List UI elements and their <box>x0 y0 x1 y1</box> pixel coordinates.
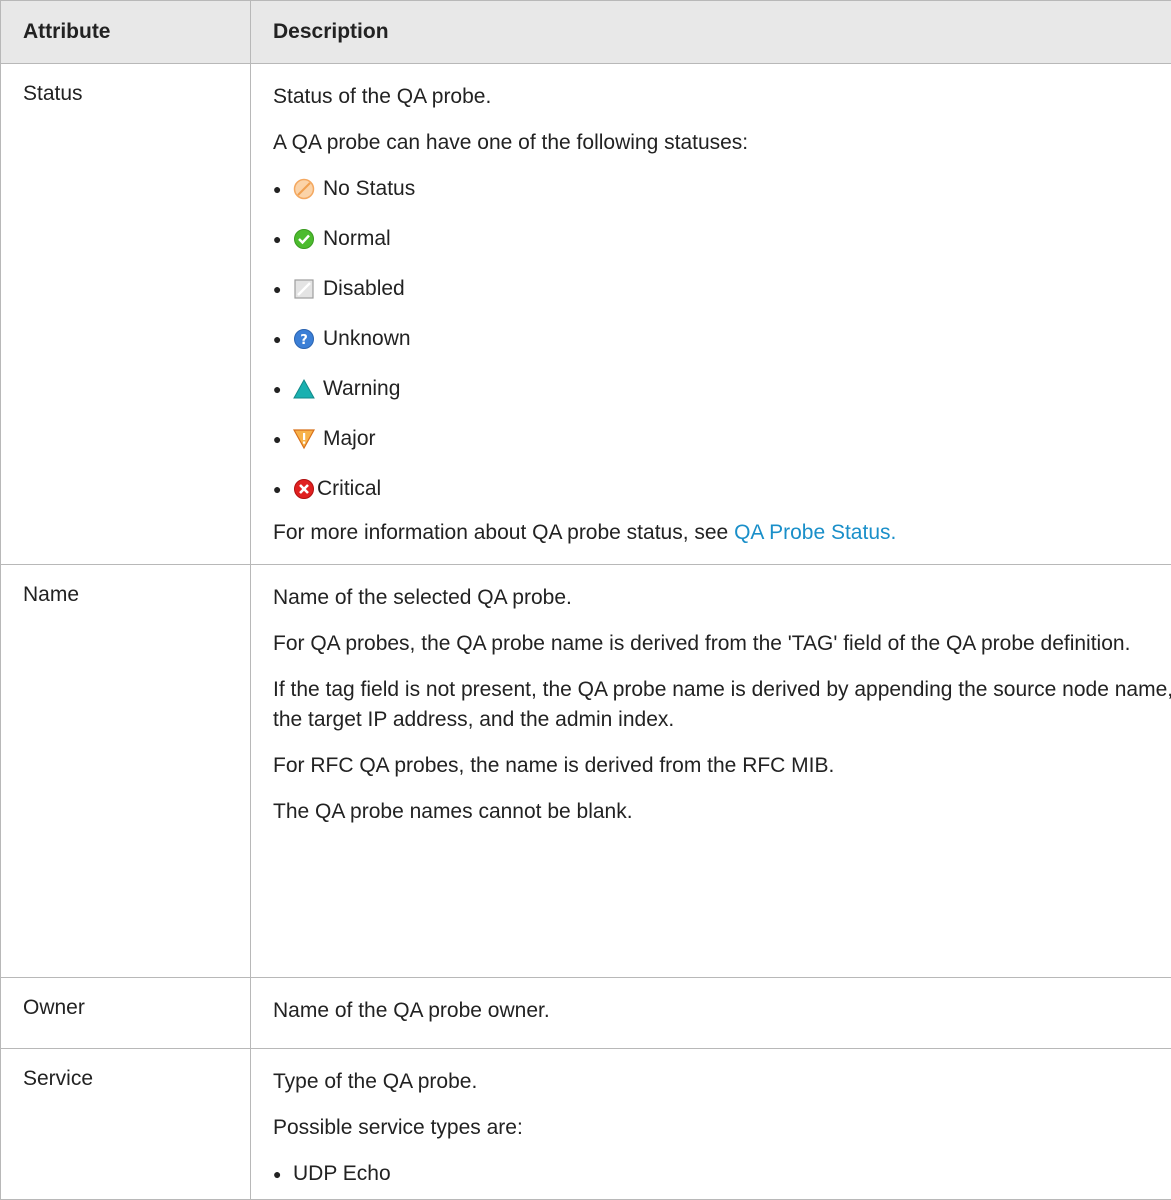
list-item: ● Critical <box>273 474 1171 524</box>
list-item: ● UDP Echo <box>273 1159 1171 1199</box>
no-status-icon <box>293 178 315 200</box>
name-p5: The QA probe names cannot be blank. <box>273 797 1171 827</box>
critical-icon <box>293 478 315 500</box>
table-row-service: Service Type of the QA probe. Possible s… <box>1 1049 1171 1200</box>
column-header-description: Description <box>251 1 1171 64</box>
status-intro: Status of the QA probe. <box>273 82 1171 112</box>
disabled-icon <box>293 278 315 300</box>
svg-text:?: ? <box>300 333 308 348</box>
more-info-text: For more information about QA probe stat… <box>273 521 734 544</box>
major-icon <box>293 428 315 450</box>
owner-p1: Name of the QA probe owner. <box>273 996 1171 1026</box>
bullet: ● <box>273 224 293 254</box>
status-label: No Status <box>323 174 415 204</box>
table-row-owner: Owner Name of the QA probe owner. <box>1 978 1171 1049</box>
bullet: ● <box>273 324 293 354</box>
attribute-name-service: Service <box>1 1049 251 1200</box>
description-service: Type of the QA probe. Possible service t… <box>251 1049 1171 1200</box>
status-more-info: For more information about QA probe stat… <box>273 518 1171 548</box>
name-p3: If the tag field is not present, the QA … <box>273 675 1171 735</box>
status-label: Major <box>323 424 376 454</box>
table-row-name: Name Name of the selected QA probe. For … <box>1 565 1171 978</box>
service-p1: Type of the QA probe. <box>273 1067 1171 1097</box>
status-list: ● No Status ● Normal <box>273 174 1171 524</box>
attribute-name-owner: Owner <box>1 978 251 1049</box>
service-type-list: ● UDP Echo <box>273 1159 1171 1199</box>
bullet: ● <box>273 374 293 404</box>
service-p2: Possible service types are: <box>273 1113 1171 1143</box>
status-label: Disabled <box>323 274 405 304</box>
bullet: ● <box>273 424 293 454</box>
description-owner: Name of the QA probe owner. <box>251 978 1171 1049</box>
table-row-status: Status Status of the QA probe. A QA prob… <box>1 64 1171 565</box>
list-item: ● ? Unknown <box>273 324 1171 374</box>
status-list-intro: A QA probe can have one of the following… <box>273 128 1171 158</box>
list-item: ● Major <box>273 424 1171 474</box>
table-header-row: Attribute Description <box>1 1 1171 64</box>
warning-icon <box>293 378 315 400</box>
description-status: Status of the QA probe. A QA probe can h… <box>251 64 1171 565</box>
column-header-attribute: Attribute <box>1 1 251 64</box>
attribute-name-status: Status <box>1 64 251 565</box>
qa-probe-status-link[interactable]: QA Probe Status. <box>734 521 896 544</box>
list-item: ● Warning <box>273 374 1171 424</box>
bullet: ● <box>273 474 293 504</box>
attribute-table: Attribute Description Status Status of t… <box>0 0 1171 1200</box>
service-type-label: UDP Echo <box>293 1159 391 1189</box>
attribute-name-name: Name <box>1 565 251 978</box>
name-p2: For QA probes, the QA probe name is deri… <box>273 629 1171 659</box>
status-label: Normal <box>323 224 391 254</box>
status-label: Warning <box>323 374 400 404</box>
name-p1: Name of the selected QA probe. <box>273 583 1171 613</box>
bullet: ● <box>273 274 293 304</box>
bullet: ● <box>273 174 293 204</box>
name-p4: For RFC QA probes, the name is derived f… <box>273 751 1171 781</box>
unknown-icon: ? <box>293 328 315 350</box>
status-label: Critical <box>317 474 381 504</box>
bullet: ● <box>273 1159 293 1189</box>
list-item: ● Normal <box>273 224 1171 274</box>
normal-icon <box>293 228 315 250</box>
status-label: Unknown <box>323 324 411 354</box>
list-item: ● Disabled <box>273 274 1171 324</box>
description-name: Name of the selected QA probe. For QA pr… <box>251 565 1171 978</box>
list-item: ● No Status <box>273 174 1171 224</box>
